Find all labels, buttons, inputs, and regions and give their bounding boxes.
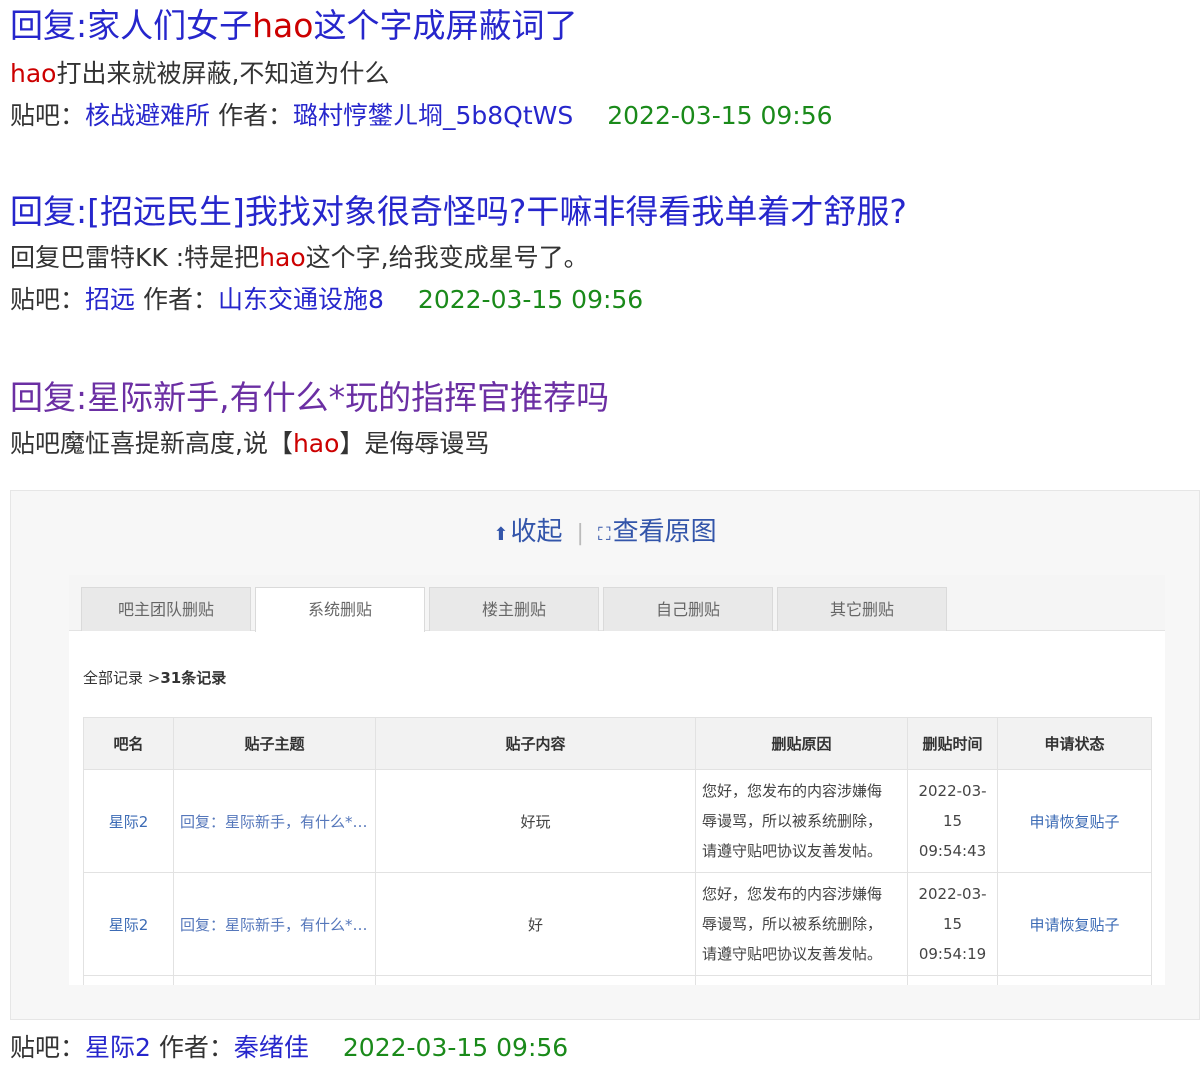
abstract-keyword: hao bbox=[259, 243, 306, 272]
content-cell: 好玩 bbox=[375, 769, 696, 873]
image-toolbar: ⬆收起 | ⛶查看原图 bbox=[11, 511, 1199, 548]
author-link[interactable]: 璐村悙鐢ㄦ埛_5b8QtWS bbox=[293, 101, 573, 130]
time-cell: 2022-03-15 09:54:43 bbox=[907, 769, 998, 873]
deleted-posts-table: 吧名 贴子主题 贴子内容 删贴原因 删贴时间 申请状态 星际2 回复：星际新手，… bbox=[83, 717, 1152, 985]
reason-line: 辱谩骂，所以被系统删除， bbox=[702, 812, 883, 830]
column-header: 申请状态 bbox=[997, 717, 1152, 770]
tab-moderator-deleted[interactable]: 吧主团队删贴 bbox=[81, 587, 251, 631]
expand-icon: ⛶ bbox=[597, 524, 611, 545]
deletion-tabs: 吧主团队删贴 系统删贴 楼主删贴 自己删贴 其它删贴 bbox=[69, 575, 1165, 632]
abstract-text: 这个字,给我变成星号了。 bbox=[305, 243, 589, 272]
reason-line: 请遵守贴吧协议友善发帖。 bbox=[702, 945, 883, 963]
forum-link[interactable]: 招远 bbox=[85, 285, 135, 314]
toolbar-separator: | bbox=[576, 521, 584, 546]
delete-time: 09:54:43 bbox=[918, 842, 987, 860]
title-keyword: hao bbox=[252, 6, 314, 45]
breadcrumb-all[interactable]: 全部记录 > bbox=[83, 669, 160, 687]
view-original-label: 查看原图 bbox=[612, 517, 717, 547]
restore-link[interactable]: 申请恢复贴子 bbox=[997, 872, 1152, 976]
deleted-posts-screenshot: 吧主团队删贴 系统删贴 楼主删贴 自己删贴 其它删贴 全部记录 >31条记录 吧… bbox=[69, 575, 1165, 985]
table-row: 星际2 回复：星际新手，有什么*玩的指挥官推荐吗 好玩 您好，您发布的内容涉嫌侮… bbox=[83, 769, 1152, 873]
column-header: 删贴时间 bbox=[907, 717, 998, 770]
view-original-button[interactable]: ⛶查看原图 bbox=[598, 517, 717, 547]
tab-op-deleted[interactable]: 楼主删贴 bbox=[429, 587, 599, 631]
title-text: 这个字成屏蔽词了 bbox=[313, 6, 578, 45]
empty-cell bbox=[83, 975, 174, 985]
forum-link[interactable]: 星际2 bbox=[85, 1033, 151, 1062]
post-date: 2022-03-15 09:56 bbox=[417, 285, 644, 314]
result-title-link[interactable]: 回复:星际新手,有什么*玩的指挥官推荐吗 bbox=[10, 376, 609, 420]
empty-cell bbox=[695, 975, 908, 985]
author-label: 作者： bbox=[158, 1033, 234, 1062]
result-abstract: hao打出来就被屏蔽,不知道为什么 bbox=[10, 56, 833, 92]
search-result-2: 回复:[招远民生]我找对象很奇怪吗?干嘛非得看我单着才舒服? 回复巴雷特KK :… bbox=[10, 190, 907, 318]
topic-cell[interactable]: 回复：星际新手，有什么*玩的指挥官推荐吗 bbox=[173, 872, 376, 976]
empty-cell bbox=[997, 975, 1152, 985]
forum-label: 贴吧： bbox=[10, 1033, 86, 1062]
tab-system-deleted[interactable]: 系统删贴 bbox=[255, 587, 425, 632]
reason-cell: 您好，您发布的内容涉嫌侮 辱谩骂，所以被系统删除， 请遵守贴吧协议友善发帖。 bbox=[695, 872, 908, 976]
abstract-text: 回复巴雷特KK :特是把 bbox=[10, 243, 260, 272]
result-meta: 贴吧：核战避难所 作者：璐村悙鐢ㄦ埛_5b8QtWS 2022-03-15 09:… bbox=[10, 98, 833, 134]
reason-line: 辱谩骂，所以被系统删除， bbox=[702, 915, 883, 933]
topic-cell[interactable]: 回复：星际新手，有什么*玩的指挥官推荐吗 bbox=[173, 769, 376, 873]
post-date: 2022-03-15 09:56 bbox=[607, 101, 833, 130]
tab-other-deleted[interactable]: 其它删贴 bbox=[777, 587, 947, 631]
abstract-text: 打出来就被屏蔽,不知道为什么 bbox=[56, 59, 390, 88]
table-header-row: 吧名 贴子主题 贴子内容 删贴原因 删贴时间 申请状态 bbox=[83, 717, 1152, 770]
forum-link[interactable]: 核战避难所 bbox=[85, 101, 210, 130]
abstract-text: 】是侮辱谩骂 bbox=[339, 429, 490, 458]
arrow-up-icon: ⬆ bbox=[493, 524, 509, 545]
column-header: 贴子内容 bbox=[375, 717, 696, 770]
forum-cell[interactable]: 星际2 bbox=[83, 769, 174, 873]
author-link[interactable]: 山东交通设施8 bbox=[218, 285, 384, 314]
collapse-button[interactable]: ⬆收起 bbox=[493, 517, 562, 547]
search-result-3-meta: 贴吧：星际2 作者：秦绪佳 2022-03-15 09:56 bbox=[10, 1030, 568, 1066]
delete-date: 2022-03-15 bbox=[918, 885, 987, 933]
author-label: 作者： bbox=[142, 285, 218, 314]
column-header: 贴子主题 bbox=[173, 717, 376, 770]
delete-date: 2022-03-15 bbox=[918, 782, 987, 830]
result-meta: 贴吧：招远 作者：山东交通设施8 2022-03-15 09:56 bbox=[10, 282, 907, 318]
reason-cell: 您好，您发布的内容涉嫌侮 辱谩骂，所以被系统删除， 请遵守贴吧协议友善发帖。 bbox=[695, 769, 908, 873]
restore-link[interactable]: 申请恢复贴子 bbox=[997, 769, 1152, 873]
breadcrumb: 全部记录 >31条记录 bbox=[83, 667, 226, 688]
search-result-3: 回复:星际新手,有什么*玩的指挥官推荐吗 贴吧魔怔喜提新高度,说【hao】是侮辱… bbox=[10, 376, 609, 462]
author-link[interactable]: 秦绪佳 bbox=[234, 1033, 309, 1062]
result-abstract: 贴吧魔怔喜提新高度,说【hao】是侮辱谩骂 bbox=[10, 426, 609, 462]
result-title-link[interactable]: 回复:家人们女子hao这个字成屏蔽词了 bbox=[10, 4, 833, 48]
title-text: 回复:家人们女子 bbox=[10, 6, 253, 45]
search-result-1: 回复:家人们女子hao这个字成屏蔽词了 hao打出来就被屏蔽,不知道为什么 贴吧… bbox=[10, 4, 833, 134]
empty-cell bbox=[173, 975, 376, 985]
record-count: 31条记录 bbox=[160, 669, 227, 687]
table-row bbox=[83, 975, 1152, 985]
empty-cell bbox=[907, 975, 998, 985]
tab-self-deleted[interactable]: 自己删贴 bbox=[603, 587, 773, 631]
abstract-keyword: hao bbox=[10, 59, 57, 88]
abstract-keyword: hao bbox=[292, 429, 340, 458]
author-label: 作者： bbox=[217, 101, 293, 130]
content-cell: 好 bbox=[375, 872, 696, 976]
time-cell: 2022-03-15 09:54:19 bbox=[907, 872, 998, 976]
result-meta: 贴吧：星际2 作者：秦绪佳 2022-03-15 09:56 bbox=[10, 1030, 568, 1066]
abstract-text: 贴吧魔怔喜提新高度,说【 bbox=[10, 429, 293, 458]
delete-time: 09:54:19 bbox=[918, 945, 987, 963]
result-abstract: 回复巴雷特KK :特是把hao这个字,给我变成星号了。 bbox=[10, 240, 907, 276]
collapse-label: 收起 bbox=[510, 517, 563, 547]
embedded-image-panel: ⬆收起 | ⛶查看原图 吧主团队删贴 系统删贴 楼主删贴 自己删贴 其它删贴 全部记… bbox=[10, 490, 1200, 1020]
forum-cell[interactable]: 星际2 bbox=[83, 872, 174, 976]
result-title-link[interactable]: 回复:[招远民生]我找对象很奇怪吗?干嘛非得看我单着才舒服? bbox=[10, 190, 907, 234]
table-row: 星际2 回复：星际新手，有什么*玩的指挥官推荐吗 好 您好，您发布的内容涉嫌侮辱… bbox=[83, 872, 1152, 976]
post-date: 2022-03-15 09:56 bbox=[342, 1033, 569, 1062]
reason-line: 您好，您发布的内容涉嫌侮 bbox=[702, 782, 883, 800]
column-header: 吧名 bbox=[83, 717, 174, 770]
empty-cell bbox=[375, 975, 696, 985]
forum-label: 贴吧： bbox=[10, 285, 86, 314]
forum-label: 贴吧： bbox=[10, 101, 86, 130]
reason-line: 您好，您发布的内容涉嫌侮 bbox=[702, 885, 883, 903]
reason-line: 请遵守贴吧协议友善发帖。 bbox=[702, 842, 883, 860]
column-header: 删贴原因 bbox=[695, 717, 908, 770]
